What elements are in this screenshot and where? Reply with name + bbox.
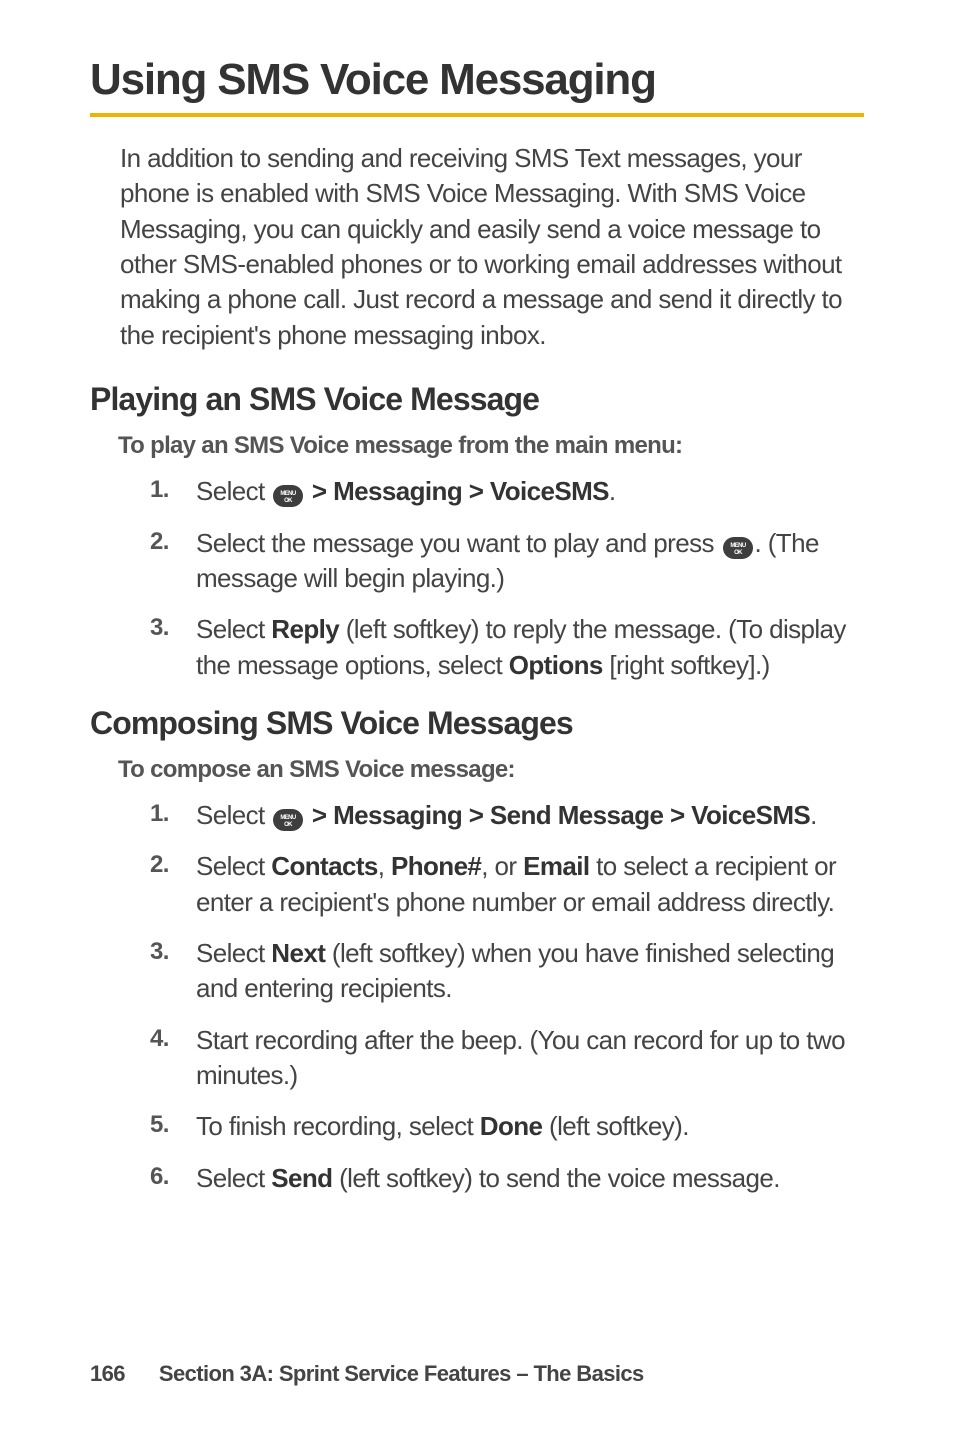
text: Start recording after the beep. (You can… bbox=[196, 1025, 845, 1090]
intro-paragraph: In addition to sending and receiving SMS… bbox=[120, 141, 864, 353]
section-heading-playing: Playing an SMS Voice Message bbox=[90, 381, 864, 418]
text: To finish recording, select bbox=[196, 1111, 480, 1141]
step-3: Select Reply (left softkey) to reply the… bbox=[150, 612, 864, 683]
text: , or bbox=[481, 851, 523, 881]
svg-text:OK: OK bbox=[284, 498, 293, 503]
text: . bbox=[609, 476, 616, 506]
page-number: 166 bbox=[90, 1361, 125, 1386]
text: (left softkey) to send the voice message… bbox=[332, 1163, 779, 1193]
menu-path: > Messaging > Send Message > VoiceSMS bbox=[305, 800, 810, 830]
page-footer: 166 Section 3A: Sprint Service Features –… bbox=[90, 1361, 644, 1387]
svg-text:MENU: MENU bbox=[281, 815, 297, 821]
text: Select bbox=[196, 800, 271, 830]
text: Select the message you want to play and … bbox=[196, 528, 721, 558]
text: Select bbox=[196, 938, 271, 968]
steps-composing: Select MENUOK > Messaging > Send Message… bbox=[150, 798, 864, 1196]
svg-text:MENU: MENU bbox=[730, 543, 746, 549]
steps-playing: Select MENUOK > Messaging > VoiceSMS. Se… bbox=[150, 474, 864, 683]
text: Select bbox=[196, 476, 271, 506]
step-3: Select Next (left softkey) when you have… bbox=[150, 936, 864, 1007]
lead-composing: To compose an SMS Voice message: bbox=[118, 756, 864, 784]
email-label: Email bbox=[523, 851, 589, 881]
section-label: Section 3A: Sprint Service Features – Th… bbox=[159, 1361, 644, 1386]
options-label: Options bbox=[509, 650, 603, 680]
step-4: Start recording after the beep. (You can… bbox=[150, 1023, 864, 1094]
phone-label: Phone# bbox=[391, 851, 481, 881]
svg-text:MENU: MENU bbox=[281, 491, 297, 497]
text: [right softkey].) bbox=[603, 650, 770, 680]
text: Select bbox=[196, 1163, 271, 1193]
page: Using SMS Voice Messaging In addition to… bbox=[0, 0, 954, 1431]
step-5: To finish recording, select Done (left s… bbox=[150, 1109, 864, 1144]
step-2: Select Contacts, Phone#, or Email to sel… bbox=[150, 849, 864, 920]
step-6: Select Send (left softkey) to send the v… bbox=[150, 1161, 864, 1196]
done-label: Done bbox=[480, 1111, 543, 1141]
text: Select bbox=[196, 614, 271, 644]
send-label: Send bbox=[271, 1163, 332, 1193]
text: Select bbox=[196, 851, 271, 881]
page-title: Using SMS Voice Messaging bbox=[90, 55, 864, 117]
text: (left softkey). bbox=[542, 1111, 688, 1141]
text: . bbox=[810, 800, 817, 830]
section-heading-composing: Composing SMS Voice Messages bbox=[90, 705, 864, 742]
next-label: Next bbox=[271, 938, 325, 968]
menu-ok-icon: MENUOK bbox=[723, 537, 753, 559]
svg-text:OK: OK bbox=[734, 550, 743, 555]
step-1: Select MENUOK > Messaging > Send Message… bbox=[150, 798, 864, 833]
step-2: Select the message you want to play and … bbox=[150, 526, 864, 597]
text: , bbox=[378, 851, 391, 881]
step-1: Select MENUOK > Messaging > VoiceSMS. bbox=[150, 474, 864, 509]
reply-label: Reply bbox=[271, 614, 339, 644]
lead-playing: To play an SMS Voice message from the ma… bbox=[118, 432, 864, 460]
svg-text:OK: OK bbox=[284, 822, 293, 827]
menu-ok-icon: MENUOK bbox=[273, 809, 303, 831]
contacts-label: Contacts bbox=[271, 851, 377, 881]
menu-path: > Messaging > VoiceSMS bbox=[305, 476, 609, 506]
menu-ok-icon: MENUOK bbox=[273, 485, 303, 507]
